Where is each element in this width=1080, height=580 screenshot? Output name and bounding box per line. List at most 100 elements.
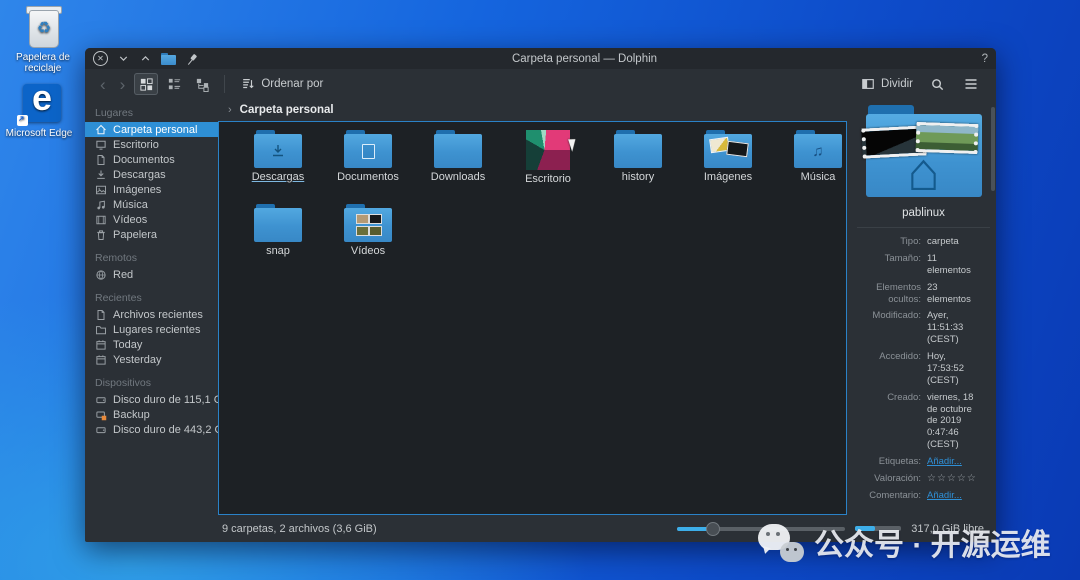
file-item-documentos[interactable]: Documentos: [323, 130, 413, 196]
file-item-snap[interactable]: snap: [233, 204, 323, 270]
file-item-videos[interactable]: Vídeos: [323, 204, 413, 270]
folder-icon: [434, 130, 482, 168]
music-icon: [95, 199, 107, 211]
sidebar-item-escritorio[interactable]: Escritorio: [85, 137, 218, 152]
edge-icon: [17, 82, 61, 126]
folder-icon: [344, 130, 392, 168]
search-button[interactable]: [923, 77, 952, 92]
recycle-bin-icon: [21, 6, 65, 50]
detail-value-ocultos: 23 elementos: [927, 282, 983, 306]
section-header-recientes: Recientes: [85, 288, 218, 307]
sidebar-item-imagenes[interactable]: Imágenes: [85, 182, 218, 197]
file-item-imagenes[interactable]: Imágenes: [683, 130, 773, 196]
sidebar-item-papelera[interactable]: Papelera: [85, 227, 218, 242]
sidebar-item-label: Vídeos: [113, 214, 147, 226]
menu-button[interactable]: [956, 76, 986, 92]
file-view[interactable]: Descargas Documentos Downloads Escr: [218, 121, 847, 515]
sidebar-item-disco-115[interactable]: Disco duro de 115,1 GiB: [85, 392, 218, 407]
close-button[interactable]: ✕: [93, 51, 108, 66]
edge-label: Microsoft Edge: [0, 128, 78, 139]
desktop-icon-edge[interactable]: Microsoft Edge: [0, 82, 78, 139]
file-item-history[interactable]: history: [593, 130, 683, 196]
trash-icon: [95, 229, 107, 241]
sidebar-item-red[interactable]: Red: [85, 267, 218, 282]
breadcrumb-label[interactable]: Carpeta personal: [240, 104, 334, 116]
music-emblem-icon: ♫: [812, 143, 823, 160]
file-item-musica[interactable]: ♫ Música: [773, 130, 847, 196]
add-tags-link[interactable]: Añadir...: [927, 456, 983, 468]
file-label: Downloads: [413, 171, 503, 183]
document-icon: [95, 154, 107, 166]
detail-label: Accedido:: [855, 351, 921, 387]
sidebar-item-label: Today: [113, 339, 142, 351]
watermark: 公众号 · 开源运维: [758, 520, 1051, 564]
recent-files-icon: [95, 309, 107, 321]
calendar-icon: [95, 354, 107, 366]
photo-thumbnail: [726, 141, 749, 157]
detail-label: Comentario:: [855, 490, 921, 502]
help-button[interactable]: ?: [972, 53, 988, 65]
forward-button[interactable]: ›: [115, 76, 131, 93]
file-item-downloads[interactable]: Downloads: [413, 130, 503, 196]
sidebar-item-musica[interactable]: Música: [85, 197, 218, 212]
hamburger-icon: [963, 76, 979, 92]
download-icon: [95, 169, 107, 181]
file-label: Documentos: [323, 171, 413, 183]
desktop-icon-recycle-bin[interactable]: Papelera de reciclaje: [4, 6, 82, 74]
cursor-icon: [568, 137, 579, 152]
sort-by-label: Ordenar por: [261, 78, 323, 90]
detail-label: Elementos ocultos:: [855, 282, 921, 306]
sidebar-item-label: Backup: [113, 409, 150, 421]
sidebar-item-label: Lugares recientes: [113, 324, 200, 336]
sidebar-item-backup[interactable]: Backup: [85, 407, 218, 422]
file-label: Descargas: [233, 171, 323, 183]
shortcut-arrow-icon: [17, 115, 28, 126]
sidebar-item-lugares-recientes[interactable]: Lugares recientes: [85, 322, 218, 337]
folder-icon: [254, 130, 302, 168]
sidebar-item-descargas[interactable]: Descargas: [85, 167, 218, 182]
back-button[interactable]: ‹: [95, 76, 111, 93]
add-comment-link[interactable]: Añadir...: [927, 490, 983, 502]
zoom-slider-handle[interactable]: [706, 522, 720, 536]
image-icon: [95, 184, 107, 196]
sidebar-item-yesterday[interactable]: Yesterday: [85, 352, 218, 367]
icons-view-icon: [139, 77, 154, 92]
rating-stars[interactable]: ☆☆☆☆☆: [927, 473, 983, 486]
breadcrumb[interactable]: › Carpeta personal: [218, 99, 847, 121]
sidebar-item-carpeta-personal[interactable]: Carpeta personal: [85, 122, 218, 137]
sidebar-item-today[interactable]: Today: [85, 337, 218, 352]
sidebar-item-archivos-recientes[interactable]: Archivos recientes: [85, 307, 218, 322]
view-details-button[interactable]: [190, 73, 214, 95]
file-label: history: [593, 171, 683, 183]
split-label: Dividir: [881, 78, 913, 90]
titlebar[interactable]: ✕ Carpeta personal — Dolphin ?: [85, 48, 996, 69]
selected-item-name: pablinux: [855, 207, 992, 219]
split-button[interactable]: Dividir: [855, 77, 919, 91]
harddisk-icon: [95, 424, 107, 436]
sidebar-item-label: Documentos: [113, 154, 175, 166]
detail-label: Valoración:: [855, 473, 921, 486]
sort-by-button[interactable]: Ordenar por: [235, 77, 329, 91]
sidebar-item-documentos[interactable]: Documentos: [85, 152, 218, 167]
backup-drive-icon: [95, 409, 107, 421]
divider: [857, 227, 990, 228]
dolphin-window: ✕ Carpeta personal — Dolphin ? ‹ › Orden…: [85, 48, 996, 542]
detail-value-tipo: carpeta: [927, 236, 983, 248]
sidebar-item-label: Descargas: [113, 169, 166, 181]
sidebar-item-videos[interactable]: Vídeos: [85, 212, 218, 227]
split-view-icon: [861, 77, 875, 91]
view-icons-button[interactable]: [134, 73, 158, 95]
file-item-descargas[interactable]: Descargas: [233, 130, 323, 196]
info-panel-scrollbar[interactable]: [991, 107, 995, 191]
maximize-icon[interactable]: [139, 52, 152, 65]
details-view-icon: [195, 77, 210, 92]
breadcrumb-chevron-icon[interactable]: ›: [228, 104, 232, 116]
file-item-escritorio[interactable]: Escritorio: [503, 130, 593, 196]
minimize-icon[interactable]: [117, 52, 130, 65]
video-icon: [95, 214, 107, 226]
view-compact-button[interactable]: [162, 73, 186, 95]
calendar-icon: [95, 339, 107, 351]
detail-value-tamano: 11 elementos: [927, 253, 983, 277]
sidebar-item-disco-443[interactable]: Disco duro de 443,2 GiB: [85, 422, 218, 437]
sidebar-item-label: Papelera: [113, 229, 157, 241]
